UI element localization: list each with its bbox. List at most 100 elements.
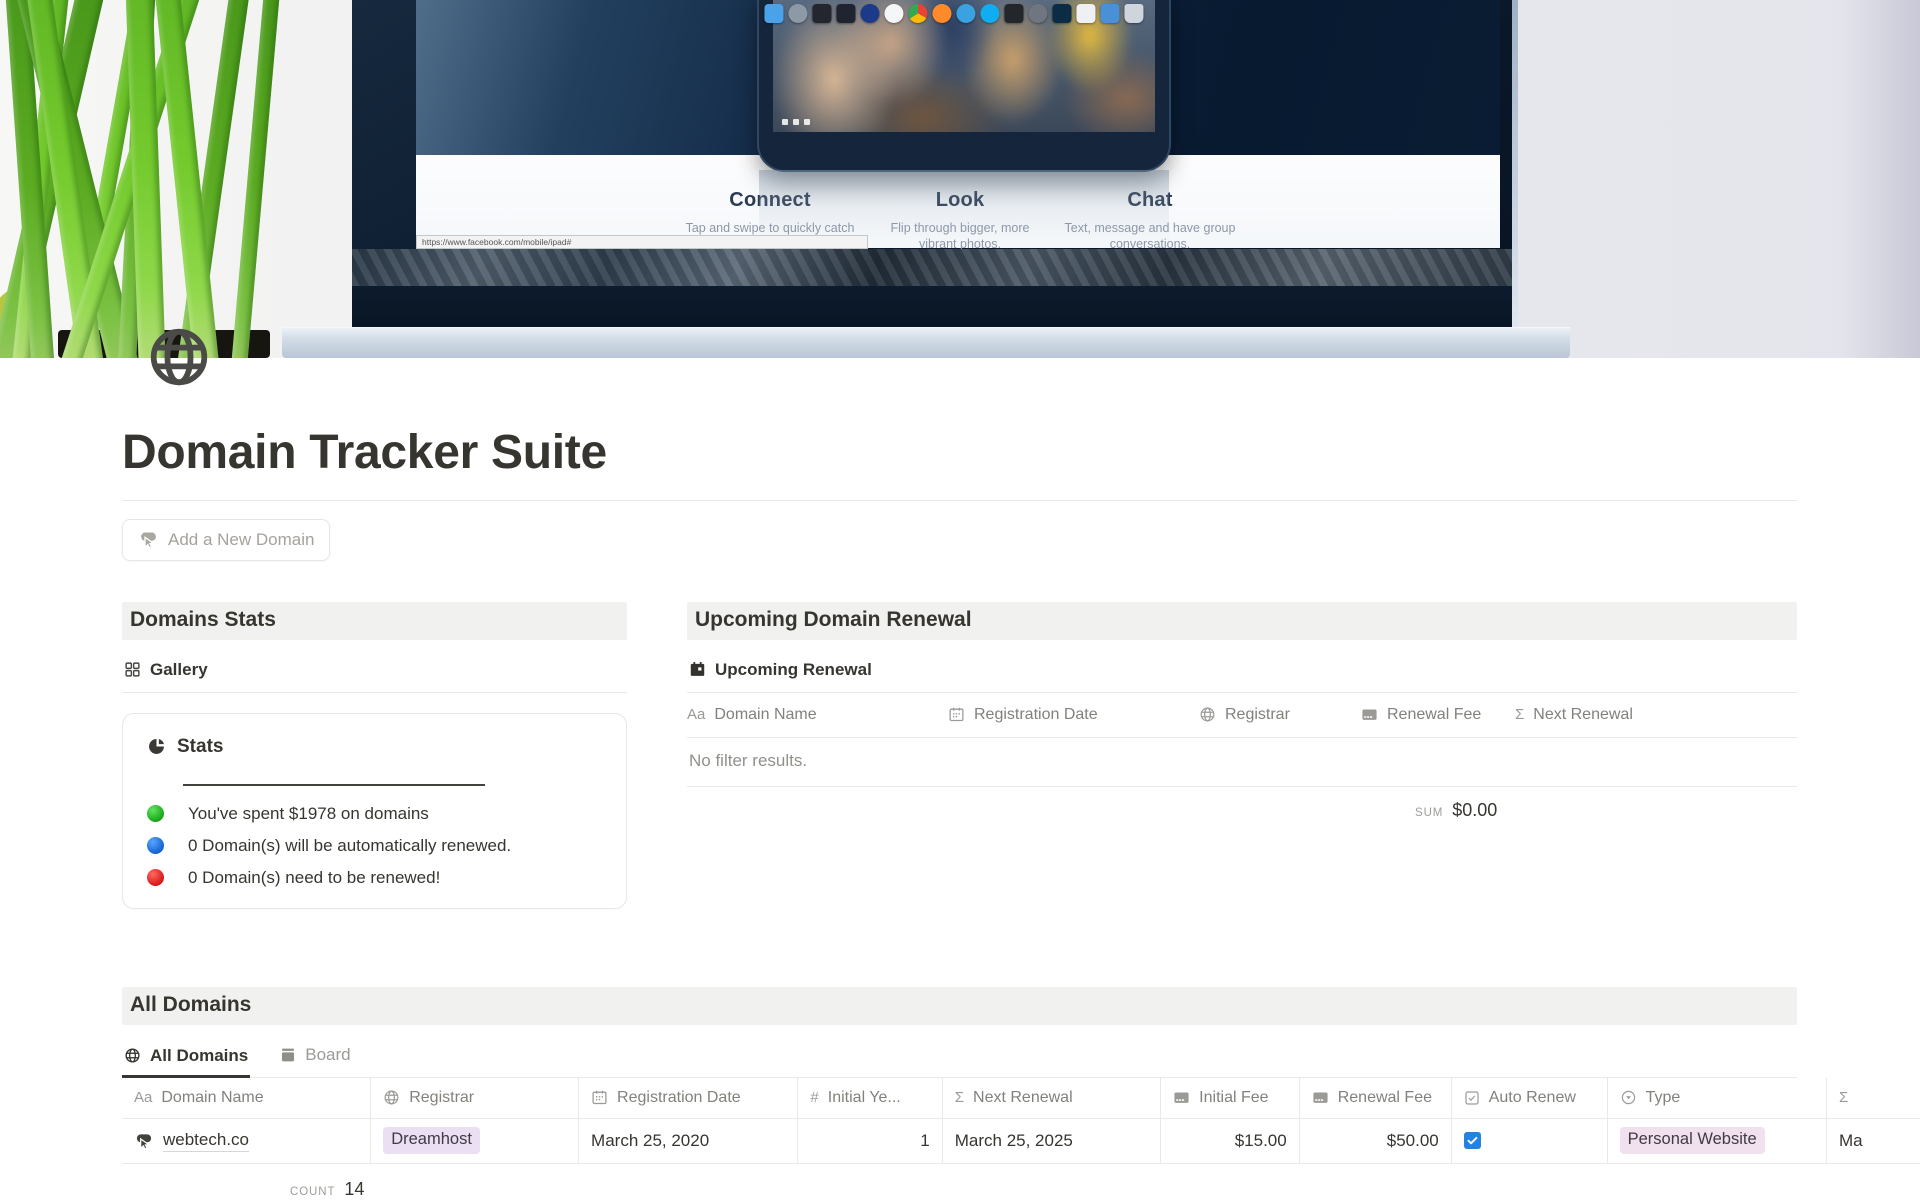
add-new-domain-button[interactable]: Add a New Domain bbox=[122, 519, 330, 561]
renewal-view-tabs: Upcoming Renewal bbox=[687, 654, 1797, 693]
stats-section-heading: Domains Stats bbox=[122, 602, 627, 640]
cell-registration-date[interactable]: March 25, 2020 bbox=[579, 1119, 798, 1163]
registration-date-value: March 25, 2020 bbox=[591, 1131, 709, 1151]
column-header-registration-date[interactable]: Registration Date bbox=[579, 1078, 798, 1118]
sum-aggregate[interactable]: SUM $0.00 bbox=[687, 800, 1797, 821]
column-header-domain-name[interactable]: Aa Domain Name bbox=[122, 1078, 371, 1118]
board-icon bbox=[280, 1047, 296, 1063]
sigma-icon: Σ bbox=[1839, 1090, 1848, 1105]
credit-card-icon bbox=[1312, 1089, 1329, 1106]
table-row: webtech.co Dreamhost March 25, 2020 1 Ma… bbox=[122, 1119, 1920, 1164]
column-header-renewal-fee[interactable]: Renewal Fee bbox=[1361, 706, 1515, 724]
type-tag: Personal Website bbox=[1620, 1127, 1765, 1154]
cell-initial-years[interactable]: 1 bbox=[798, 1119, 942, 1163]
stat-item: 0 Domain(s) need to be renewed! bbox=[147, 868, 602, 888]
tab-gallery-label: Gallery bbox=[150, 660, 208, 680]
cell-auto-renew bbox=[1452, 1119, 1608, 1163]
column-header-initial-fee[interactable]: Initial Fee bbox=[1161, 1078, 1300, 1118]
tab-board[interactable]: Board bbox=[278, 1039, 352, 1077]
sum-value: $0.00 bbox=[1452, 800, 1497, 821]
dock-icon bbox=[956, 4, 975, 23]
column-label: Renewal Fee bbox=[1338, 1089, 1432, 1107]
table-header-row: Aa Domain Name Registrar bbox=[122, 1078, 1920, 1119]
cover-tablet-photo-ui bbox=[782, 119, 810, 125]
cover-monitor-bottom bbox=[352, 286, 1518, 327]
calendar-icon bbox=[948, 706, 965, 723]
tab-gallery[interactable]: Gallery bbox=[122, 654, 210, 692]
stats-card-title: Stats bbox=[177, 736, 223, 758]
stat-item-text: 0 Domain(s) need to be renewed! bbox=[188, 868, 440, 888]
credit-card-icon bbox=[1173, 1089, 1190, 1106]
stat-item: You've spent $1978 on domains bbox=[147, 804, 602, 824]
column-header-auto-renew[interactable]: Auto Renew bbox=[1452, 1078, 1608, 1118]
column-header-next-renewal[interactable]: Σ Next Renewal bbox=[1515, 706, 1797, 724]
red-circle-icon bbox=[147, 869, 164, 886]
column-header-next-renewal[interactable]: Σ Next Renewal bbox=[943, 1078, 1161, 1118]
column-header-registrar[interactable]: Registrar bbox=[1199, 706, 1361, 724]
dock-icon bbox=[980, 4, 999, 23]
cover-plant bbox=[0, 0, 312, 358]
stats-card[interactable]: Stats You've spent $1978 on domains 0 Do… bbox=[122, 713, 627, 909]
cell-registrar[interactable]: Dreamhost bbox=[371, 1119, 579, 1163]
cell-renewal-fee[interactable]: $50.00 bbox=[1300, 1119, 1452, 1163]
dock-icon bbox=[764, 4, 783, 23]
count-value: 14 bbox=[344, 1179, 364, 1200]
page-globe-icon[interactable] bbox=[146, 324, 212, 390]
dock-icon bbox=[1004, 4, 1023, 23]
column-header-registration-date[interactable]: Registration Date bbox=[948, 706, 1199, 724]
cell-next-renewal[interactable]: March 25, 2025 bbox=[943, 1119, 1161, 1163]
initial-years-value: 1 bbox=[920, 1131, 929, 1151]
stat-item-text: 0 Domain(s) will be automatically renewe… bbox=[188, 836, 511, 856]
tab-all-domains[interactable]: All Domains bbox=[122, 1040, 250, 1078]
column-label: Auto Renew bbox=[1489, 1089, 1576, 1107]
column-label: Domain Name bbox=[714, 706, 816, 724]
text-type-icon: Aa bbox=[134, 1090, 152, 1105]
dock-icon bbox=[908, 4, 927, 23]
pie-chart-icon bbox=[147, 737, 166, 756]
cell-type[interactable]: Personal Website bbox=[1608, 1119, 1827, 1163]
count-aggregate[interactable]: COUNT 14 bbox=[122, 1164, 1797, 1200]
column-header-renewal-fee[interactable]: Renewal Fee bbox=[1300, 1078, 1452, 1118]
column-header-formula[interactable]: Σ bbox=[1827, 1078, 1920, 1118]
column-header-type[interactable]: Type bbox=[1608, 1078, 1827, 1118]
dock-icon bbox=[812, 4, 831, 23]
cell-formula[interactable]: Ma bbox=[1827, 1119, 1920, 1163]
cover-dock-icons bbox=[764, 4, 1143, 23]
globe-icon bbox=[383, 1089, 400, 1106]
next-renewal-value: March 25, 2025 bbox=[955, 1131, 1073, 1151]
tab-board-label: Board bbox=[305, 1045, 350, 1065]
cover-tablet bbox=[759, 0, 1169, 170]
column-label: Registrar bbox=[1225, 706, 1290, 724]
column-header-registrar[interactable]: Registrar bbox=[371, 1078, 579, 1118]
renewal-table-header: Aa Domain Name bbox=[687, 693, 1797, 738]
cover-monitor-stand bbox=[282, 327, 1570, 358]
dock-icon bbox=[932, 4, 951, 23]
blue-circle-icon bbox=[147, 837, 164, 854]
dock-icon bbox=[836, 4, 855, 23]
domains-view-tabs: All Domains Board bbox=[122, 1039, 1797, 1078]
globe-icon bbox=[124, 1047, 141, 1064]
stat-item: 0 Domain(s) will be automatically renewe… bbox=[147, 836, 602, 856]
globe-icon bbox=[1199, 706, 1216, 723]
sum-label: SUM bbox=[1415, 807, 1443, 819]
page-title[interactable]: Domain Tracker Suite bbox=[122, 358, 1797, 482]
dock-icon bbox=[884, 4, 903, 23]
renewal-fee-value: $50.00 bbox=[1387, 1131, 1439, 1151]
dock-icon bbox=[1028, 4, 1047, 23]
column-header-domain-name[interactable]: Aa Domain Name bbox=[687, 706, 948, 724]
all-domains-table: Aa Domain Name Registrar bbox=[122, 1078, 1920, 1164]
auto-renew-checkbox-checked[interactable] bbox=[1464, 1132, 1481, 1149]
column-label: Registration Date bbox=[974, 706, 1098, 724]
column-header-initial-years[interactable]: # Initial Ye... bbox=[798, 1078, 942, 1118]
column-label: Initial Ye... bbox=[828, 1089, 901, 1107]
cell-initial-fee[interactable]: $15.00 bbox=[1161, 1119, 1300, 1163]
checkbox-icon bbox=[1464, 1090, 1480, 1106]
cover-monitor-bezel bbox=[1512, 0, 1518, 327]
cell-domain-name[interactable]: webtech.co bbox=[122, 1119, 371, 1163]
credit-card-icon bbox=[1361, 706, 1378, 723]
divider bbox=[122, 500, 1797, 501]
column-label: Next Renewal bbox=[973, 1089, 1073, 1107]
registrar-tag: Dreamhost bbox=[383, 1127, 480, 1154]
gallery-icon bbox=[124, 661, 141, 678]
tab-upcoming-renewal[interactable]: Upcoming Renewal bbox=[687, 654, 874, 692]
